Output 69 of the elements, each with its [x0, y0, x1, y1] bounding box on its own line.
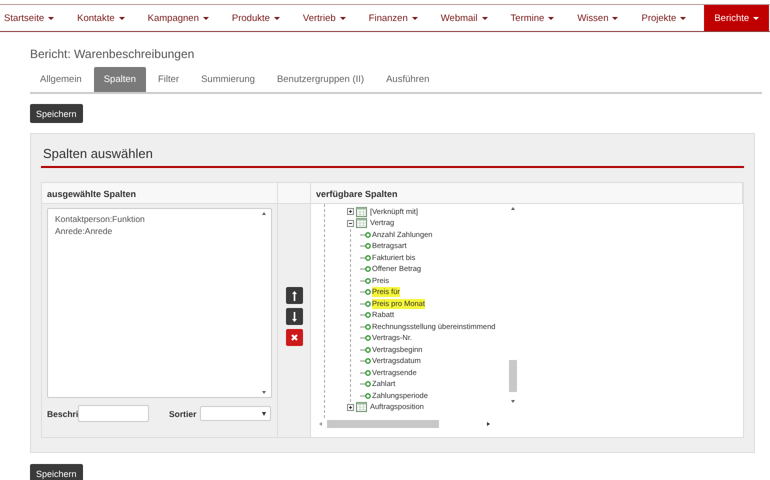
move-up-button[interactable] — [286, 287, 302, 304]
panel-title: Spalten auswählen — [41, 142, 744, 168]
nav-menu-item[interactable]: Kampagnen — [142, 5, 221, 31]
field-dot-icon — [360, 278, 371, 284]
field-label: Sortier — [169, 408, 198, 418]
field-dot-icon — [360, 392, 371, 399]
tab[interactable]: Spalten — [94, 67, 146, 92]
save-button[interactable]: Speichern — [30, 104, 83, 123]
field-dot-icon — [360, 346, 371, 353]
caret-icon — [482, 16, 488, 20]
expand-icon[interactable] — [347, 208, 354, 216]
caret-icon — [118, 16, 125, 20]
tab[interactable]: Filter — [148, 67, 190, 92]
expand-icon[interactable] — [347, 404, 354, 411]
field-dot-icon — [360, 324, 371, 330]
table-icon — [356, 402, 367, 412]
nav-menu-item[interactable]: Vertrieb — [298, 5, 358, 31]
table-icon — [356, 206, 367, 217]
remove-button[interactable] — [286, 329, 302, 346]
arrow-down-icon — [292, 312, 296, 322]
field-dot-icon — [360, 312, 371, 318]
field-dot-icon — [360, 232, 371, 238]
page-title: Bericht: Warenbeschreibungen — [30, 47, 196, 61]
nav-menu-item[interactable]: Startseite — [0, 5, 66, 31]
move-down-button[interactable] — [286, 308, 302, 325]
field-dot-icon — [360, 335, 371, 342]
field-label: Beschri — [47, 408, 78, 418]
nav-menu-item[interactable]: Webmail — [436, 5, 500, 31]
nav-menu-item[interactable]: Produkte — [226, 5, 292, 31]
field-dot-icon — [360, 266, 371, 272]
caret-icon — [262, 412, 266, 416]
field-dot-icon — [360, 358, 371, 364]
table-icon — [356, 218, 367, 228]
caret-icon — [612, 16, 618, 20]
tab[interactable]: Allgemein — [30, 67, 92, 92]
field-dot-icon — [360, 370, 371, 376]
close-icon — [290, 334, 298, 341]
available-columns-tree[interactable] — [319, 204, 519, 431]
caret-icon — [340, 16, 346, 20]
field-dot-icon — [360, 243, 371, 250]
nav-menu-item[interactable]: Termine — [506, 5, 566, 31]
nav-menu-item[interactable]: Wissen — [572, 5, 630, 31]
caret-icon — [548, 16, 554, 20]
column-header: verfügbare Spalten — [311, 183, 743, 204]
caret-icon — [680, 16, 686, 20]
tab[interactable]: Benutzergruppen (II) — [266, 67, 374, 92]
field-dot-icon — [360, 300, 371, 307]
field-dot-icon — [360, 289, 371, 296]
caret-icon — [753, 16, 760, 20]
collapse-icon[interactable] — [347, 220, 354, 227]
list-item[interactable]: Anrede:Anrede — [55, 225, 255, 237]
caption-input-field[interactable] — [78, 405, 149, 422]
caret-icon — [48, 16, 54, 20]
caret-icon — [274, 16, 280, 20]
caret-icon — [412, 16, 418, 20]
arrow-up-icon — [292, 290, 296, 300]
field-dot-icon — [360, 254, 371, 261]
nav-menu-item[interactable]: Berichte — [704, 5, 770, 31]
save-button[interactable]: Speichern — [30, 464, 83, 480]
nav-menu-item[interactable]: Finanzen — [364, 5, 430, 31]
nav-menu-item[interactable]: Projekte — [636, 5, 698, 31]
caret-icon — [202, 16, 209, 20]
tab[interactable]: Ausführen — [376, 67, 440, 92]
selected-columns-list[interactable]: Kontaktperson:Funktion Anrede:Anrede — [47, 208, 272, 398]
tab[interactable]: Summierung — [191, 67, 265, 92]
nav-menu-item[interactable]: Kontakte — [72, 5, 137, 31]
list-item[interactable]: Kontaktperson:Funktion — [55, 213, 255, 225]
field-dot-icon — [360, 381, 371, 388]
column-header: ausgewählte Spalten — [42, 183, 278, 204]
